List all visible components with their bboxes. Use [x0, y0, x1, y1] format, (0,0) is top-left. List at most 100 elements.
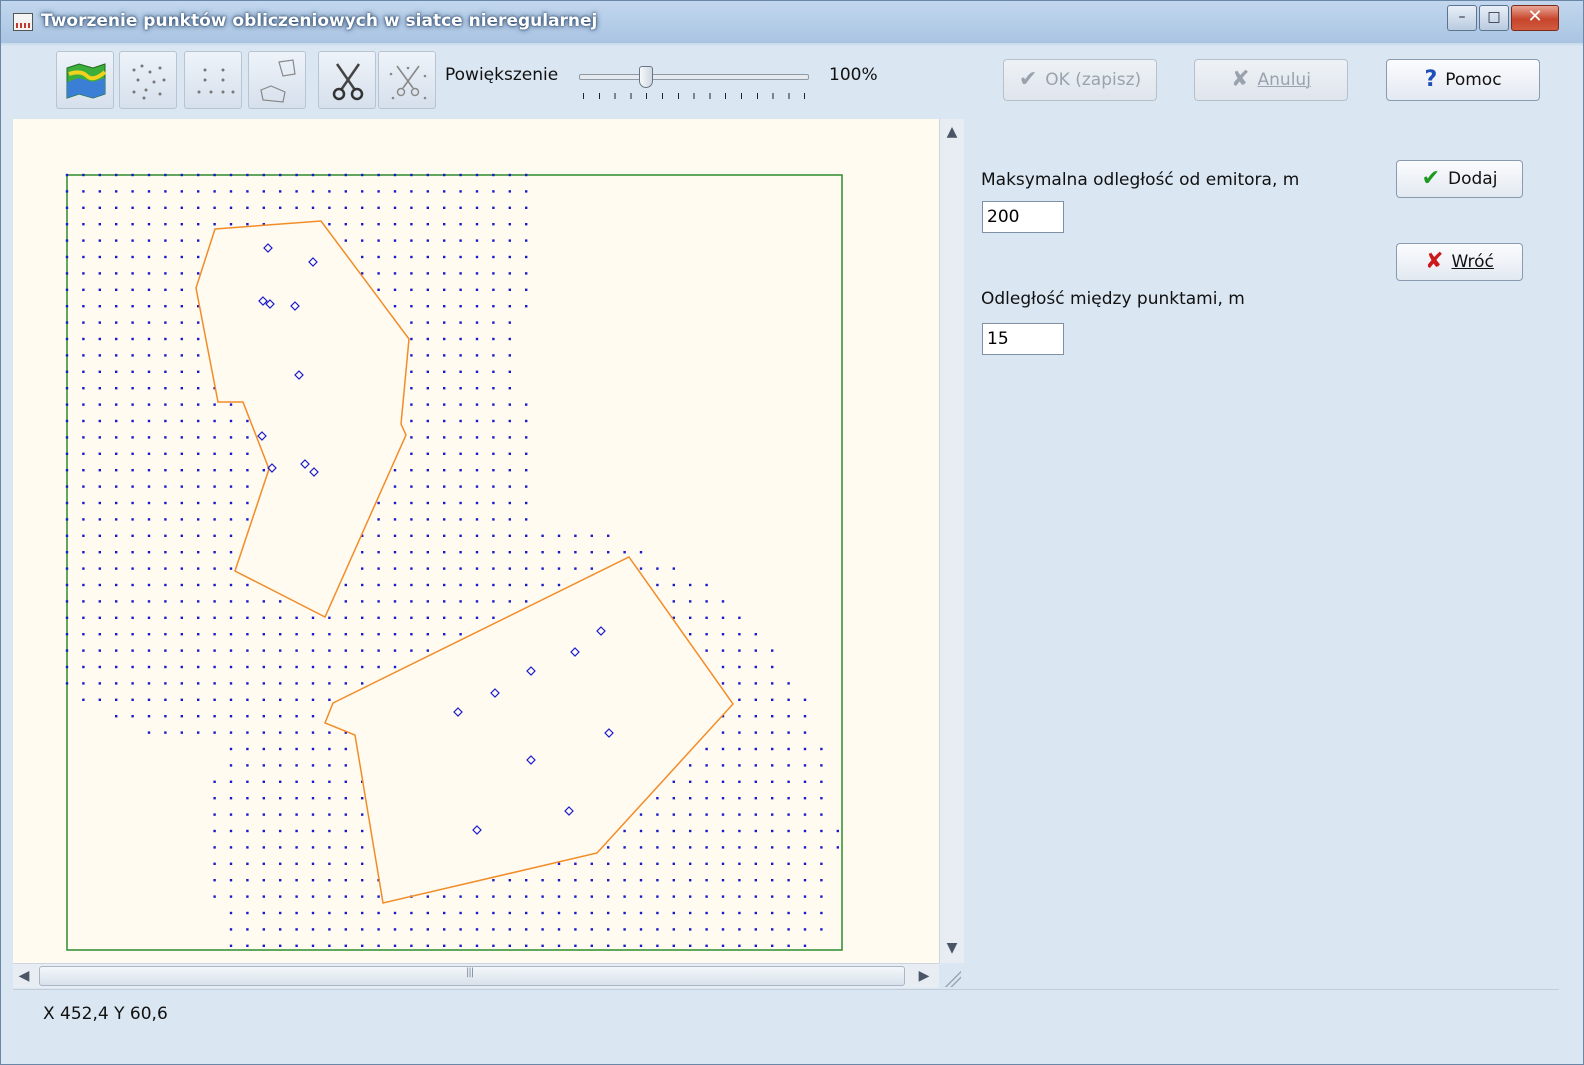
scatter-points-tool-button[interactable] [119, 51, 177, 109]
grid-point [82, 567, 85, 570]
map-canvas[interactable] [13, 119, 939, 963]
emitter-marker[interactable] [472, 825, 482, 835]
grid-point [459, 534, 462, 537]
spacing-input[interactable] [982, 323, 1064, 355]
scroll-up-icon[interactable]: ▲ [941, 121, 963, 143]
grid-point [492, 223, 495, 226]
grid-point [426, 895, 429, 898]
grid-point [492, 272, 495, 275]
status-bar: X 452,4 Y 60,6 [13, 989, 1559, 1040]
map-drawing[interactable] [13, 119, 939, 963]
grid-point [754, 862, 757, 865]
maximize-button[interactable]: □ [1479, 5, 1509, 31]
grid-point [180, 190, 183, 193]
emitter-marker[interactable] [263, 243, 273, 253]
grid-point [787, 862, 790, 865]
grid-point [213, 665, 216, 669]
emitter-marker[interactable] [570, 647, 580, 657]
grid-point [410, 403, 413, 406]
grid-point [180, 501, 183, 505]
horizontal-scrollbar[interactable]: ◀ ▶ [13, 963, 939, 988]
close-button[interactable]: ✕ [1511, 5, 1559, 31]
max-distance-input[interactable] [982, 201, 1064, 233]
grid-point [443, 518, 446, 521]
grid-point [65, 485, 69, 488]
grid-point [115, 698, 118, 701]
area-select-tool-button[interactable] [248, 51, 306, 109]
grid-point [459, 403, 462, 406]
grid-point [656, 928, 659, 931]
emitter-marker[interactable] [604, 728, 614, 738]
scroll-right-icon[interactable]: ▶ [913, 965, 935, 987]
grid-point [65, 551, 69, 554]
emitter-marker[interactable] [300, 459, 310, 469]
zoom-slider-thumb[interactable] [639, 66, 653, 88]
emitter-marker[interactable] [526, 755, 536, 765]
emitter-marker[interactable] [257, 431, 267, 441]
grid-point [328, 780, 331, 783]
scroll-down-icon[interactable]: ▼ [941, 937, 963, 959]
grid-point [311, 633, 315, 636]
cut-tool-button[interactable] [318, 51, 376, 109]
grid-point [475, 485, 479, 488]
grid-point [672, 813, 675, 816]
grid-point [213, 485, 216, 488]
grid-point [115, 551, 118, 554]
grid-points-tool-button[interactable] [184, 51, 242, 109]
grid-point [771, 928, 774, 931]
emitter-marker[interactable] [564, 806, 574, 816]
ok-save-button[interactable]: ✔ OK (zapisz) [1003, 59, 1157, 101]
grid-point [295, 649, 298, 652]
grid-point [459, 452, 462, 455]
cancel-button[interactable]: ✘ Anuluj [1194, 59, 1348, 101]
scroll-left-icon[interactable]: ◀ [13, 965, 35, 987]
add-button[interactable]: ✔ Dodaj [1396, 160, 1523, 198]
grid-point [147, 731, 151, 734]
grid-point [820, 797, 823, 800]
grid-point [393, 649, 397, 652]
grid-point [328, 862, 331, 865]
horizontal-scroll-thumb[interactable] [39, 966, 905, 986]
grid-point [672, 879, 675, 882]
grid-point [787, 682, 790, 685]
grid-point [393, 305, 397, 308]
grid-point [443, 501, 446, 505]
minimize-button[interactable]: – [1447, 5, 1477, 31]
zoom-slider-ticks [583, 93, 805, 99]
grid-point [246, 829, 249, 833]
grid-point [443, 272, 446, 275]
emitter-marker[interactable] [294, 370, 304, 380]
grid-point [803, 813, 807, 816]
grid-point [164, 387, 167, 390]
emitter-marker[interactable] [526, 666, 536, 676]
grid-point [803, 911, 807, 915]
grid-point [131, 305, 134, 308]
grid-point [738, 928, 741, 931]
grid-point [508, 600, 511, 603]
grid-point [147, 698, 151, 701]
map-tool-button[interactable] [56, 51, 114, 109]
help-button[interactable]: ? Pomoc [1386, 59, 1540, 101]
emitter-marker[interactable] [309, 467, 319, 477]
emitter-marker[interactable] [596, 626, 606, 636]
grid-point [475, 436, 479, 439]
grid-point [344, 206, 347, 209]
zoom-slider[interactable] [577, 63, 809, 103]
emitter-marker[interactable] [490, 688, 500, 698]
vertical-scrollbar[interactable]: ▲ ▼ [939, 119, 964, 963]
cross-icon: ✘ [1231, 67, 1250, 92]
grid-point [443, 600, 446, 603]
grid-point [147, 567, 151, 570]
grid-point [65, 321, 69, 324]
grid-point [197, 682, 200, 685]
resize-grip-icon[interactable] [943, 969, 961, 987]
back-button[interactable]: ✘ Wróć [1396, 243, 1523, 281]
grid-point [590, 895, 593, 898]
emitter-marker[interactable] [453, 707, 463, 717]
cut-points-tool-button[interactable] [378, 51, 436, 109]
emitter-marker[interactable] [308, 257, 318, 267]
grid-point [426, 206, 429, 209]
grid-point [229, 911, 233, 915]
grid-point [639, 551, 643, 554]
emitter-marker[interactable] [290, 301, 300, 311]
